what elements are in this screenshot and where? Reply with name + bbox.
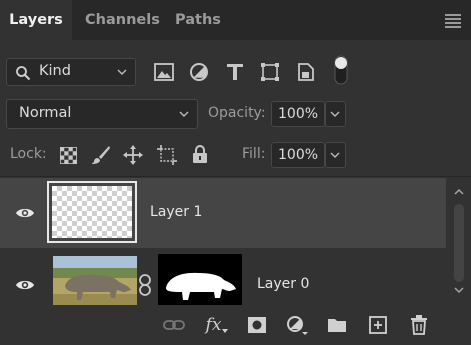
layer-row-layer-1[interactable]: Layer 1 — [0, 178, 446, 248]
chevron-down-icon — [330, 152, 340, 158]
fill-field[interactable]: 100% — [271, 142, 325, 168]
rhino-mask-silhouette — [166, 272, 236, 300]
fill-label: Fill: — [242, 146, 266, 162]
new-layer-icon[interactable] — [366, 313, 390, 337]
filter-toggle-icon[interactable] — [333, 55, 349, 85]
chevron-down-icon — [330, 111, 340, 117]
scroll-down-icon[interactable] — [454, 286, 464, 294]
link-layers-icon[interactable] — [162, 313, 186, 337]
fill-value: 100% — [278, 147, 319, 163]
adjustment-filter-icon[interactable] — [188, 61, 210, 83]
lock-position-move-icon[interactable] — [122, 144, 144, 166]
lock-all-icon[interactable] — [189, 143, 211, 165]
fill-dropdown-button[interactable] — [325, 142, 346, 168]
lock-label: Lock: — [10, 146, 47, 162]
new-group-folder-icon[interactable] — [325, 313, 349, 337]
chevron-down-icon — [179, 111, 189, 117]
layer-style-fx-icon[interactable]: fx — [203, 313, 231, 337]
blend-mode-value: Normal — [19, 105, 72, 121]
delete-layer-trash-icon[interactable] — [407, 313, 431, 337]
opacity-value: 100% — [278, 106, 319, 122]
layer-mask-thumbnail[interactable] — [158, 254, 242, 310]
layer-name[interactable]: Layer 1 — [150, 204, 202, 220]
lock-transparent-pixels-icon[interactable] — [57, 144, 79, 166]
opacity-label: Opacity: — [208, 105, 266, 121]
opacity-dropdown-button[interactable] — [325, 101, 346, 127]
layer-name[interactable]: Layer 0 — [257, 276, 309, 292]
layers-scrollbar[interactable] — [447, 182, 471, 302]
type-filter-icon[interactable] — [224, 61, 246, 83]
fx-dropdown-arrow-icon — [222, 328, 229, 333]
tab-channels[interactable]: Channels — [85, 0, 160, 40]
layer-1-thumbnail — [52, 186, 132, 238]
search-icon — [16, 66, 31, 81]
new-adjustment-layer-icon[interactable] — [285, 313, 309, 337]
lock-artboard-icon[interactable] — [156, 144, 178, 166]
scrollbar-thumb[interactable] — [454, 204, 464, 282]
shape-filter-icon[interactable] — [259, 61, 281, 83]
add-mask-icon[interactable] — [245, 313, 269, 337]
visibility-eye-icon[interactable] — [15, 206, 35, 220]
mask-link-chain-icon[interactable] — [138, 274, 152, 296]
scroll-up-icon[interactable] — [454, 188, 464, 196]
smart-object-filter-icon[interactable] — [295, 61, 317, 83]
panel-tab-bar: Layers Channels Paths — [0, 0, 471, 40]
visibility-eye-icon[interactable] — [15, 278, 35, 292]
divider — [0, 176, 471, 177]
layers-footer-toolbar — [0, 305, 471, 345]
opacity-field[interactable]: 100% — [271, 101, 325, 127]
lock-image-pixels-brush-icon[interactable] — [90, 144, 112, 166]
chevron-down-icon — [117, 69, 127, 75]
fx-label: fx — [205, 315, 222, 335]
tab-layers[interactable]: Layers — [0, 0, 72, 40]
layer-thumbnail-frame[interactable] — [47, 181, 137, 243]
blend-mode-select[interactable]: Normal — [6, 99, 198, 129]
layer-0-thumbnail[interactable] — [53, 256, 137, 308]
filter-kind-select[interactable]: Kind — [6, 58, 136, 86]
image-filter-icon[interactable] — [153, 61, 175, 83]
tab-paths[interactable]: Paths — [175, 0, 221, 40]
filter-kind-label: Kind — [39, 63, 71, 79]
panel-menu-icon[interactable] — [445, 14, 461, 28]
